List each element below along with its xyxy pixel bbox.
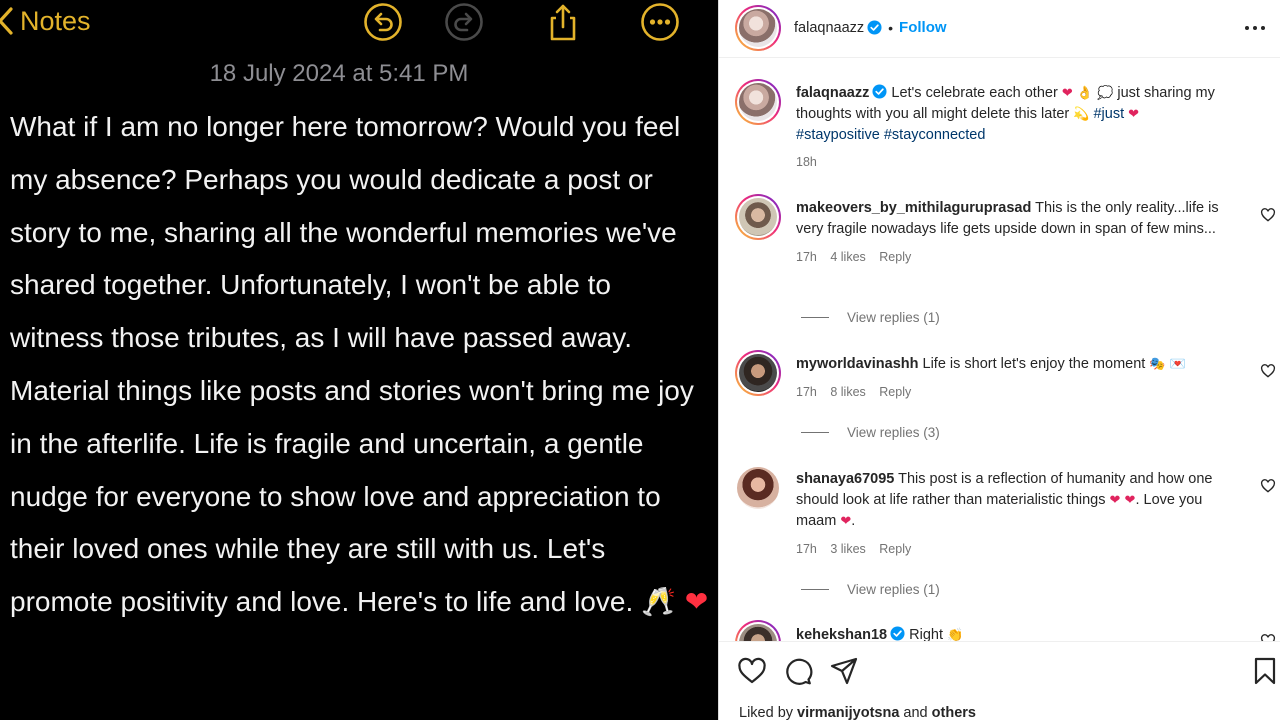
author-avatar[interactable]	[735, 5, 781, 51]
comment-reply-button[interactable]: Reply	[879, 542, 911, 556]
save-bookmark-icon[interactable]	[1250, 656, 1280, 686]
caption-text-1: Let's celebrate each other	[891, 85, 1058, 101]
view-replies-label: View replies (1)	[847, 310, 940, 325]
comment-meta: 17h 8 likes Reply	[796, 382, 1241, 403]
redo-icon	[445, 3, 483, 41]
note-timestamp: 18 July 2024 at 5:41 PM	[209, 60, 469, 87]
view-replies-label: View replies (1)	[847, 582, 940, 597]
comment-item: makeovers_by_mithilaguruprasad This is t…	[796, 198, 1241, 268]
comment-likes[interactable]: 3 likes	[830, 542, 865, 556]
comment-likes[interactable]: 8 likes	[830, 385, 865, 399]
comment-emoji: ❤ ❤	[1109, 493, 1136, 508]
comment-emoji-2: ❤	[840, 514, 852, 529]
note-body[interactable]: What if I am no longer here tomorrow? Wo…	[10, 101, 710, 629]
comment-username[interactable]: makeovers_by_mithilaguruprasad	[796, 200, 1031, 216]
comment-time[interactable]: 17h	[796, 250, 817, 264]
notes-back-button[interactable]: Notes	[0, 3, 91, 39]
verified-badge-icon	[890, 626, 905, 641]
comment-like-heart-icon[interactable]	[1260, 478, 1276, 494]
liked-by-prefix: Liked by	[739, 705, 794, 720]
replies-line	[801, 589, 829, 590]
view-replies-button[interactable]: View replies (3)	[801, 425, 940, 440]
comment-item: myworldavinashh Life is short let's enjo…	[796, 354, 1241, 403]
caption-emoji-2: 💫	[1073, 107, 1090, 122]
comment-likes[interactable]: 4 likes	[830, 250, 865, 264]
header-user-row: falaqnaazz • Follow	[794, 19, 947, 36]
instagram-post-panel: falaqnaazz • Follow falaqnaazz Let's cel…	[718, 0, 1280, 720]
undo-button[interactable]	[363, 2, 403, 42]
follow-button[interactable]: Follow	[899, 19, 947, 36]
liked-by-user[interactable]: virmanijyotsna	[797, 705, 899, 720]
share-button[interactable]	[543, 2, 583, 42]
note-text: What if I am no longer here tomorrow? Wo…	[10, 111, 694, 618]
notes-toolbar: Notes	[0, 0, 718, 48]
more-horizontal-icon[interactable]	[1241, 14, 1269, 42]
view-replies-button[interactable]: View replies (1)	[801, 310, 940, 325]
comment-avatar[interactable]	[737, 467, 779, 509]
replies-line	[801, 432, 829, 433]
comment-meta: 17h 4 likes Reply	[796, 247, 1241, 268]
comment-bubble-icon[interactable]	[783, 656, 813, 686]
comment-item: shanaya67095 This post is a reflection o…	[796, 469, 1241, 560]
post-action-bar: Liked by virmanijyotsna and others	[719, 641, 1280, 720]
comment-like-heart-icon[interactable]	[1260, 207, 1276, 223]
comment-username[interactable]: shanaya67095	[796, 471, 894, 487]
caption-time[interactable]: 18h	[796, 152, 1256, 173]
post-header: falaqnaazz • Follow	[719, 0, 1280, 58]
caption-emoji-1: ❤ 👌 💭	[1061, 86, 1114, 101]
comment-avatar[interactable]	[735, 194, 781, 240]
undo-icon	[364, 3, 402, 41]
view-replies-button[interactable]: View replies (1)	[801, 582, 940, 597]
share-icon	[550, 4, 576, 41]
caption-hashtags[interactable]: #staypositive #stayconnected	[796, 127, 985, 143]
replies-line	[801, 317, 829, 318]
comment-emoji: 🎭 💌	[1149, 357, 1186, 372]
comment-reply-button[interactable]: Reply	[879, 250, 911, 264]
more-circle-icon	[641, 3, 679, 41]
header-username[interactable]: falaqnaazz	[794, 20, 864, 36]
notes-app: Notes 18 July 2024 at 5:41 PM What if I …	[0, 0, 718, 720]
comment-meta: 17h 3 likes Reply	[796, 539, 1241, 560]
liked-by-text: Liked by virmanijyotsna and others	[739, 705, 976, 720]
caption-emoji-3: ❤	[1128, 107, 1140, 122]
comment-time[interactable]: 17h	[796, 542, 817, 556]
comment-avatar[interactable]	[735, 350, 781, 396]
verified-badge-icon	[867, 20, 882, 35]
caption-username[interactable]: falaqnaazz	[796, 85, 869, 101]
note-emoji: 🥂 ❤	[641, 585, 709, 619]
redo-button[interactable]	[444, 2, 484, 42]
comment-text: Life is short let's enjoy the moment	[922, 356, 1146, 372]
view-replies-label: View replies (3)	[847, 425, 940, 440]
verified-badge-icon	[872, 84, 887, 99]
back-chevron-icon	[0, 7, 13, 35]
share-send-icon[interactable]	[829, 656, 859, 686]
header-separator: •	[888, 19, 894, 36]
caption-avatar[interactable]	[735, 79, 781, 125]
comment-reply-button[interactable]: Reply	[879, 385, 911, 399]
hashtag-just[interactable]: #just	[1093, 106, 1124, 122]
liked-by-and: and	[903, 705, 928, 720]
comment-username[interactable]: myworldavinashh	[796, 356, 918, 372]
notes-back-label: Notes	[20, 6, 91, 36]
post-caption: falaqnaazz Let's celebrate each other ❤ …	[796, 83, 1256, 173]
comment-like-heart-icon[interactable]	[1260, 363, 1276, 379]
comment-time[interactable]: 17h	[796, 385, 817, 399]
like-heart-icon[interactable]	[737, 656, 767, 686]
liked-by-others[interactable]: others	[932, 705, 976, 720]
more-options-button[interactable]	[640, 2, 680, 42]
